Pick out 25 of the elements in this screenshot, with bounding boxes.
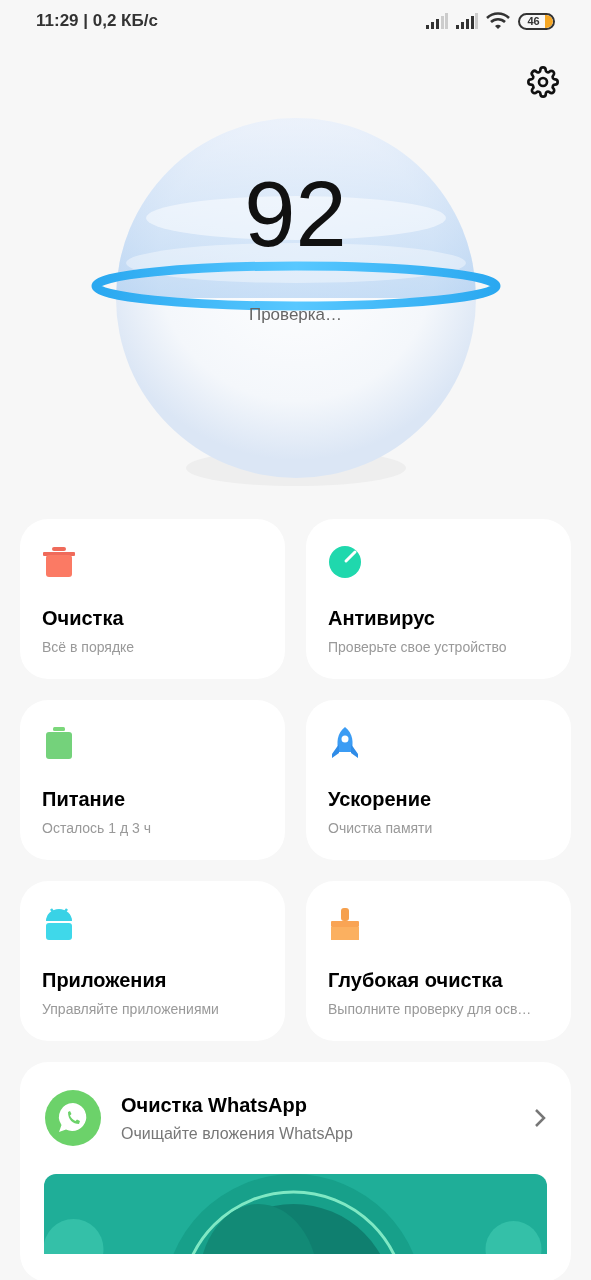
tool-subtitle: Выполните проверку для осв… <box>328 1000 533 1019</box>
tool-subtitle: Проверьте свое устройство <box>328 638 508 657</box>
tool-subtitle: Всё в порядке <box>42 638 136 657</box>
tool-title: Приложения <box>42 968 168 993</box>
tool-subtitle: Управляйте приложениями <box>42 1000 220 1019</box>
tool-card[interactable]: Ускорение Очистка памяти <box>306 700 571 860</box>
tool-card[interactable]: Антивирус Проверьте свое устройство <box>306 519 571 679</box>
tool-card[interactable]: Питание Осталось 1 д 3 ч <box>20 700 285 860</box>
tool-card[interactable]: Приложения Управляйте приложениями <box>20 881 285 1041</box>
tool-title: Глубокая очистка <box>328 968 504 993</box>
status-time: 11:29 | 0,2 КБ/с <box>36 10 158 33</box>
tool-title: Очистка <box>42 606 125 631</box>
tool-card[interactable]: Очистка Всё в порядке <box>20 519 285 679</box>
battery-indicator: 46 <box>518 12 555 30</box>
tool-card[interactable]: Глубокая очистка Выполните проверку для осв… <box>306 881 571 1041</box>
scan-status: Проверка… <box>248 304 343 326</box>
whatsapp-title: Очистка WhatsApp <box>121 1093 308 1118</box>
tool-subtitle: Осталось 1 д 3 ч <box>42 819 152 838</box>
whatsapp-subtitle: Очищайте вложения WhatsApp <box>121 1124 354 1144</box>
tool-title: Питание <box>42 787 127 812</box>
whatsapp-card[interactable]: Очистка WhatsApp Очищайте вложения WhatsApp <box>20 1062 571 1280</box>
tool-title: Ускорение <box>328 787 433 812</box>
tool-title: Антивирус <box>328 606 436 631</box>
tool-subtitle: Очистка памяти <box>328 819 434 838</box>
score-value: 92 <box>244 168 347 260</box>
